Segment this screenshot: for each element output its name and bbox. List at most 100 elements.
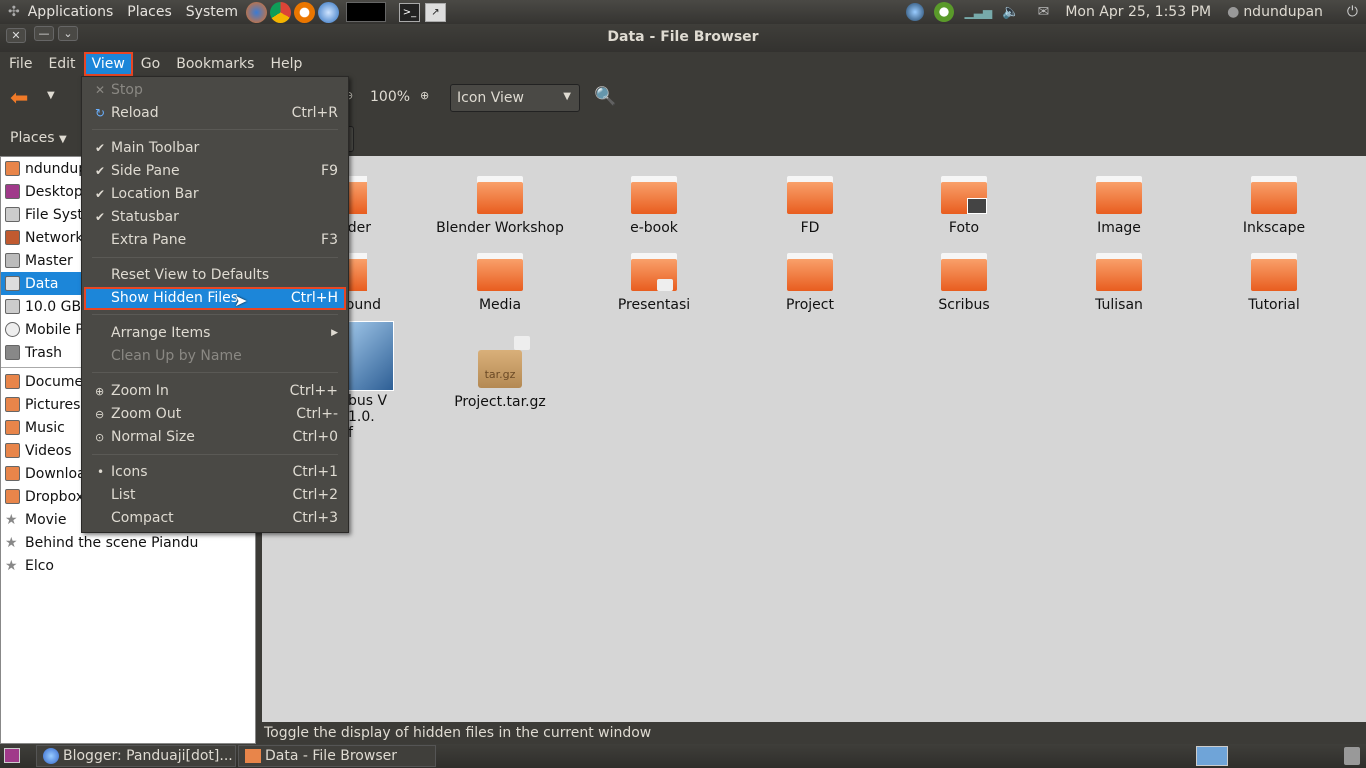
- taskbar-label: Data - File Browser: [265, 748, 397, 764]
- folder-icon: [1251, 176, 1297, 214]
- menu-item-icons[interactable]: • Icons Ctrl+1: [82, 461, 348, 484]
- zoom-in-icon[interactable]: ⊕: [420, 89, 429, 102]
- documents-folder-icon: [5, 374, 20, 389]
- update-icon[interactable]: [906, 3, 925, 21]
- file-label: Media: [478, 297, 522, 313]
- menu-item-side-pane[interactable]: ✔ Side Pane F9: [82, 160, 348, 183]
- drive-icon: [5, 207, 20, 222]
- file-label: Scribus: [938, 297, 990, 313]
- folder-icon: [1251, 253, 1297, 291]
- terminal-icon[interactable]: >_: [399, 2, 420, 22]
- folder-item[interactable]: Foto: [894, 176, 1034, 236]
- window-titlebar[interactable]: ✕ — ⌄ Data - File Browser: [0, 24, 1366, 52]
- reload-icon: ↻: [95, 106, 106, 120]
- star-icon: ★: [5, 511, 18, 528]
- bookmark-label: Behind the scene Piandu: [25, 534, 199, 551]
- dropbox-status-icon[interactable]: [934, 2, 955, 22]
- folder-icon: [941, 253, 987, 291]
- back-history-dropdown-icon[interactable]: ▼: [47, 90, 55, 101]
- folder-item[interactable]: FD: [740, 176, 880, 236]
- drive-icon: [5, 299, 20, 314]
- show-desktop-icon[interactable]: [4, 748, 20, 763]
- firefox-icon[interactable]: [246, 1, 267, 23]
- bookmark-item[interactable]: ★ Elco: [1, 554, 255, 577]
- menu-view[interactable]: View: [83, 52, 133, 76]
- menu-item-list[interactable]: List Ctrl+2: [82, 484, 348, 507]
- volume-icon[interactable]: 🔈: [1002, 4, 1019, 20]
- menu-edit[interactable]: Edit: [40, 52, 83, 76]
- folder-icon: [941, 176, 987, 214]
- menu-item-statusbar[interactable]: ✔ Statusbar: [82, 206, 348, 229]
- ubuntu-logo-icon[interactable]: ✣: [8, 4, 20, 20]
- menu-item-reset-view[interactable]: Reset View to Defaults: [82, 264, 348, 287]
- menu-item-location-bar[interactable]: ✔ Location Bar: [82, 183, 348, 206]
- file-label: Inkscape: [1242, 220, 1306, 236]
- menu-item-reload[interactable]: ↻ Reload Ctrl+R: [82, 102, 348, 125]
- checkmark-icon: ✔: [95, 210, 106, 224]
- network-signal-icon[interactable]: ▁▃▅: [964, 5, 992, 19]
- bookmark-item[interactable]: ★ Behind the scene Piandu: [1, 531, 255, 554]
- back-arrow-icon[interactable]: ⬅: [10, 86, 28, 111]
- file-label: e-book: [630, 220, 678, 236]
- document-item[interactable]: bus V 1.0. f: [348, 321, 408, 441]
- menu-item-main-toolbar[interactable]: ✔ Main Toolbar: [82, 137, 348, 160]
- search-icon[interactable]: 🔍: [594, 86, 616, 107]
- places-header[interactable]: Places ▼: [10, 130, 67, 146]
- menu-bookmarks[interactable]: Bookmarks: [168, 52, 262, 76]
- folder-item[interactable]: Project: [740, 253, 880, 313]
- system-monitor-applet[interactable]: [346, 2, 386, 22]
- menu-item-normal-size[interactable]: ⊙ Normal Size Ctrl+0: [82, 426, 348, 449]
- trash-icon[interactable]: [1344, 747, 1360, 765]
- power-icon[interactable]: ⏻: [1347, 4, 1358, 20]
- places-header-label: Places: [10, 130, 55, 146]
- thunderbird-icon[interactable]: [318, 1, 339, 23]
- system-menu[interactable]: System: [186, 4, 238, 20]
- taskbar-item-blogger[interactable]: Blogger: Panduaji[dot]...: [36, 745, 236, 767]
- menu-item-arrange-items[interactable]: Arrange Items ▶: [82, 322, 348, 345]
- chrome-icon[interactable]: [270, 1, 291, 23]
- menu-go[interactable]: Go: [133, 52, 168, 76]
- bookmark-label: Movie: [25, 511, 67, 528]
- menu-item-show-hidden-files[interactable]: Show Hidden Files Ctrl+H: [84, 287, 346, 310]
- menu-item-zoom-out[interactable]: ⊖ Zoom Out Ctrl+-: [82, 403, 348, 426]
- folder-item[interactable]: Presentasi: [584, 253, 724, 313]
- mail-icon[interactable]: ✉: [1038, 4, 1050, 20]
- applications-menu[interactable]: Applications: [28, 4, 114, 20]
- menu-file[interactable]: File: [1, 52, 40, 76]
- folder-item[interactable]: Tulisan: [1049, 253, 1189, 313]
- menu-item-zoom-in[interactable]: ⊕ Zoom In Ctrl++: [82, 380, 348, 403]
- folder-icon: [1096, 176, 1142, 214]
- folder-item[interactable]: Image: [1049, 176, 1189, 236]
- workspace-switcher[interactable]: [1196, 746, 1228, 766]
- menu-help[interactable]: Help: [262, 52, 310, 76]
- blender-icon[interactable]: [294, 1, 315, 23]
- places-menu[interactable]: Places: [127, 4, 172, 20]
- menu-item-clean-up: Clean Up by Name: [111, 348, 242, 364]
- folder-item[interactable]: Blender Workshop: [430, 176, 570, 236]
- desktop-icon: [5, 184, 20, 199]
- bottom-panel: Blogger: Panduaji[dot]... Data - File Br…: [0, 744, 1366, 768]
- home-folder-icon: [5, 161, 20, 176]
- screenshot-icon[interactable]: ↗: [425, 2, 446, 22]
- bookmark-label: Videos: [25, 442, 72, 459]
- sidebar-item-label: Master: [25, 252, 73, 269]
- menu-item-compact[interactable]: Compact Ctrl+3: [82, 507, 348, 530]
- folder-item[interactable]: Media: [430, 253, 570, 313]
- view-mode-select[interactable]: Icon View ▼: [450, 84, 580, 112]
- folder-item[interactable]: Scribus: [894, 253, 1034, 313]
- file-label: Project: [786, 297, 834, 313]
- folder-icon: [477, 176, 523, 214]
- archive-item[interactable]: tar.gz Project.tar.gz: [430, 334, 570, 410]
- user-name[interactable]: ndundupan: [1243, 4, 1323, 20]
- menu-item-extra-pane[interactable]: Extra Pane F3: [82, 229, 348, 252]
- drive-icon: [5, 276, 20, 291]
- file-view[interactable]: der Blender Workshop e-book FD Foto Imag…: [262, 156, 1366, 722]
- lock-emblem-icon: [657, 279, 673, 291]
- folder-item[interactable]: e-book: [584, 176, 724, 236]
- folder-item[interactable]: Inkscape: [1204, 176, 1344, 236]
- folder-item[interactable]: Tutorial: [1204, 253, 1344, 313]
- stop-icon: ✕: [95, 83, 106, 97]
- taskbar-item-file-browser[interactable]: Data - File Browser: [238, 745, 436, 767]
- clock[interactable]: Mon Apr 25, 1:53 PM: [1065, 4, 1211, 20]
- menu-item-stop: ✕ Stop: [82, 79, 348, 102]
